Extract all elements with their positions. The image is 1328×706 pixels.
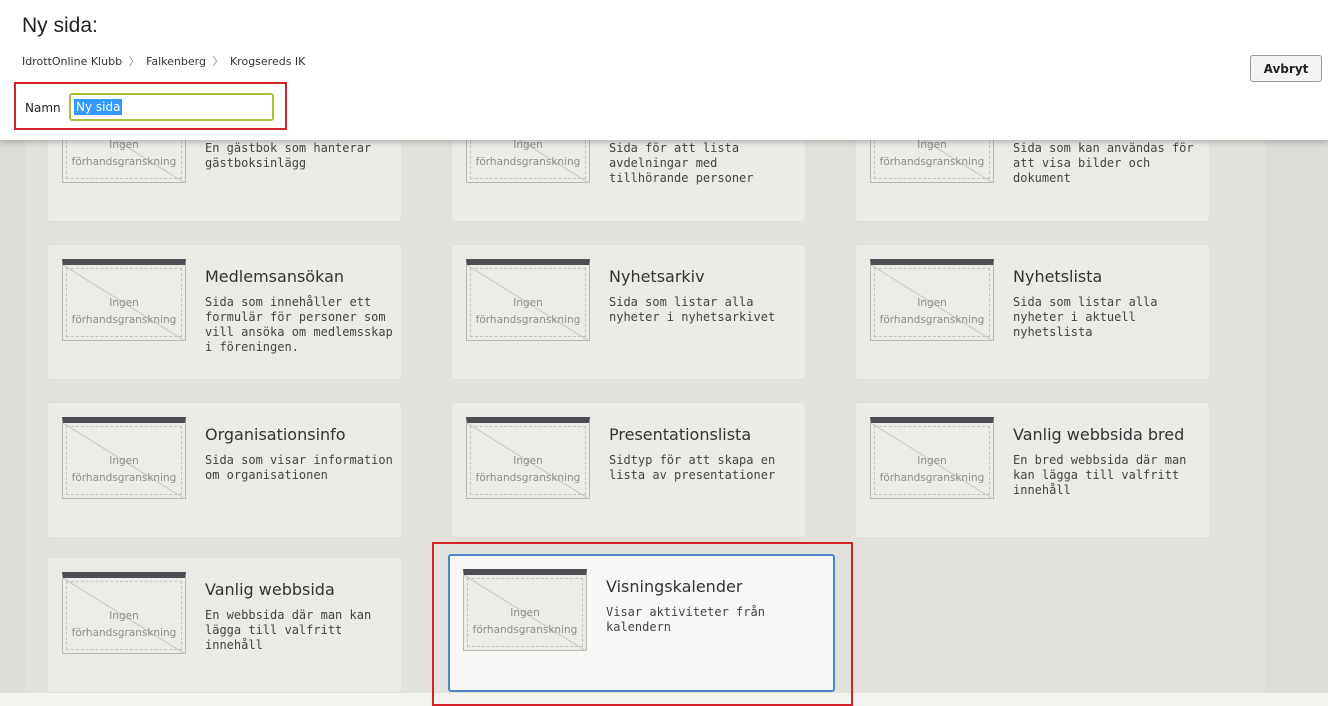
no-preview-thumbnail: Ingen förhandsgranskning [62, 259, 186, 341]
no-preview-text: Ingen förhandsgranskning [71, 455, 177, 484]
breadcrumb-item[interactable]: Falkenberg [146, 55, 206, 68]
page-type-card-nyhetslista[interactable]: Ingen förhandsgranskning Nyhetslista Sida… [855, 244, 1210, 380]
breadcrumb-item[interactable]: IdrottOnline Klubb [22, 55, 122, 68]
no-preview-thumbnail: Ingen förhandsgranskning [466, 417, 590, 499]
page-type-card-presentationslista[interactable]: Ingen förhandsgranskning Presentationslis… [451, 402, 806, 538]
card-description: Visar aktiviteter från kalendern [606, 605, 765, 634]
no-preview-text: Ingen förhandsgranskning [879, 139, 985, 168]
bottom-strip [0, 693, 1328, 706]
page-type-card-vanlig-webbsida-bred[interactable]: Ingen förhandsgranskning Vanlig webbsida … [855, 402, 1210, 538]
no-preview-thumbnail: Ingen förhandsgranskning [870, 259, 994, 341]
card-description: Sida som visar information om organisati… [205, 453, 393, 482]
no-preview-text: Ingen förhandsgranskning [475, 297, 581, 326]
card-description: Sida som kan användas för att visa bilde… [1013, 141, 1194, 185]
no-preview-text: Ingen förhandsgranskning [71, 610, 177, 639]
name-input[interactable]: Ny sida [69, 93, 274, 121]
card-title: Presentationslista [609, 425, 752, 444]
card-description: En bred webbsida där man kan lägga till … [1013, 453, 1187, 497]
cancel-button[interactable]: Avbryt [1250, 55, 1322, 82]
no-preview-thumbnail: Ingen förhandsgranskning [62, 417, 186, 499]
name-input-value: Ny sida [74, 99, 123, 115]
card-description: Sida som innehåller ett formulär för per… [205, 295, 393, 354]
no-preview-text: Ingen förhandsgranskning [71, 139, 177, 168]
no-preview-thumbnail: Ingen förhandsgranskning [466, 259, 590, 341]
card-title: Organisationsinfo [205, 425, 346, 444]
page-type-card-nyhetsarkiv[interactable]: Ingen förhandsgranskning Nyhetsarkiv Sida… [451, 244, 806, 380]
page-title: Ny sida: [22, 14, 98, 37]
no-preview-text: Ingen förhandsgranskning [71, 297, 177, 326]
breadcrumb-item[interactable]: Krogsereds IK [230, 55, 305, 68]
breadcrumb-separator: 〉 [212, 55, 224, 68]
page-type-card-organisationsinfo[interactable]: Ingen förhandsgranskning Organisationsinf… [47, 402, 402, 538]
no-preview-text: Ingen förhandsgranskning [879, 297, 985, 326]
page-type-card-medlemsansokan[interactable]: Ingen förhandsgranskning Medlemsansökan S… [47, 244, 402, 380]
no-preview-thumbnail: Ingen förhandsgranskning [62, 572, 186, 654]
card-description: En gästbok som hanterar gästboksinlägg [205, 141, 372, 170]
page-type-card-vanlig-webbsida[interactable]: Ingen förhandsgranskning Vanlig webbsida … [47, 557, 402, 693]
no-preview-thumbnail: Ingen förhandsgranskning [463, 569, 587, 651]
no-preview-text: Ingen förhandsgranskning [475, 139, 581, 168]
card-description: Sidtyp för att skapa en lista av present… [609, 453, 776, 482]
card-description: Sida som listar alla nyheter i aktuell n… [1013, 295, 1158, 339]
card-title: Visningskalender [606, 577, 743, 596]
breadcrumb: IdrottOnline Klubb 〉 Falkenberg 〉 Krogse… [22, 53, 305, 69]
no-preview-text: Ingen förhandsgranskning [475, 455, 581, 484]
card-description: Sida som listar alla nyheter i nyhetsark… [609, 295, 776, 324]
card-description: Sida för att lista avdelningar med tillh… [609, 141, 754, 185]
card-title: Nyhetslista [1013, 267, 1103, 286]
card-title: Medlemsansökan [205, 267, 345, 286]
card-title: Nyhetsarkiv [609, 267, 705, 286]
name-label: Namn [25, 101, 61, 115]
no-preview-thumbnail: Ingen förhandsgranskning [870, 417, 994, 499]
no-preview-text: Ingen förhandsgranskning [472, 607, 578, 636]
no-preview-text: Ingen förhandsgranskning [879, 455, 985, 484]
card-title: Vanlig webbsida bred [1013, 425, 1185, 444]
card-title: Vanlig webbsida [205, 580, 335, 599]
breadcrumb-separator: 〉 [128, 55, 140, 68]
page-type-card-visningskalender[interactable]: Ingen förhandsgranskning Visningskalender… [448, 554, 835, 692]
card-description: En webbsida där man kan lägga till valfr… [205, 608, 372, 652]
new-page-header: Ny sida: IdrottOnline Klubb 〉 Falkenberg… [0, 0, 1328, 140]
